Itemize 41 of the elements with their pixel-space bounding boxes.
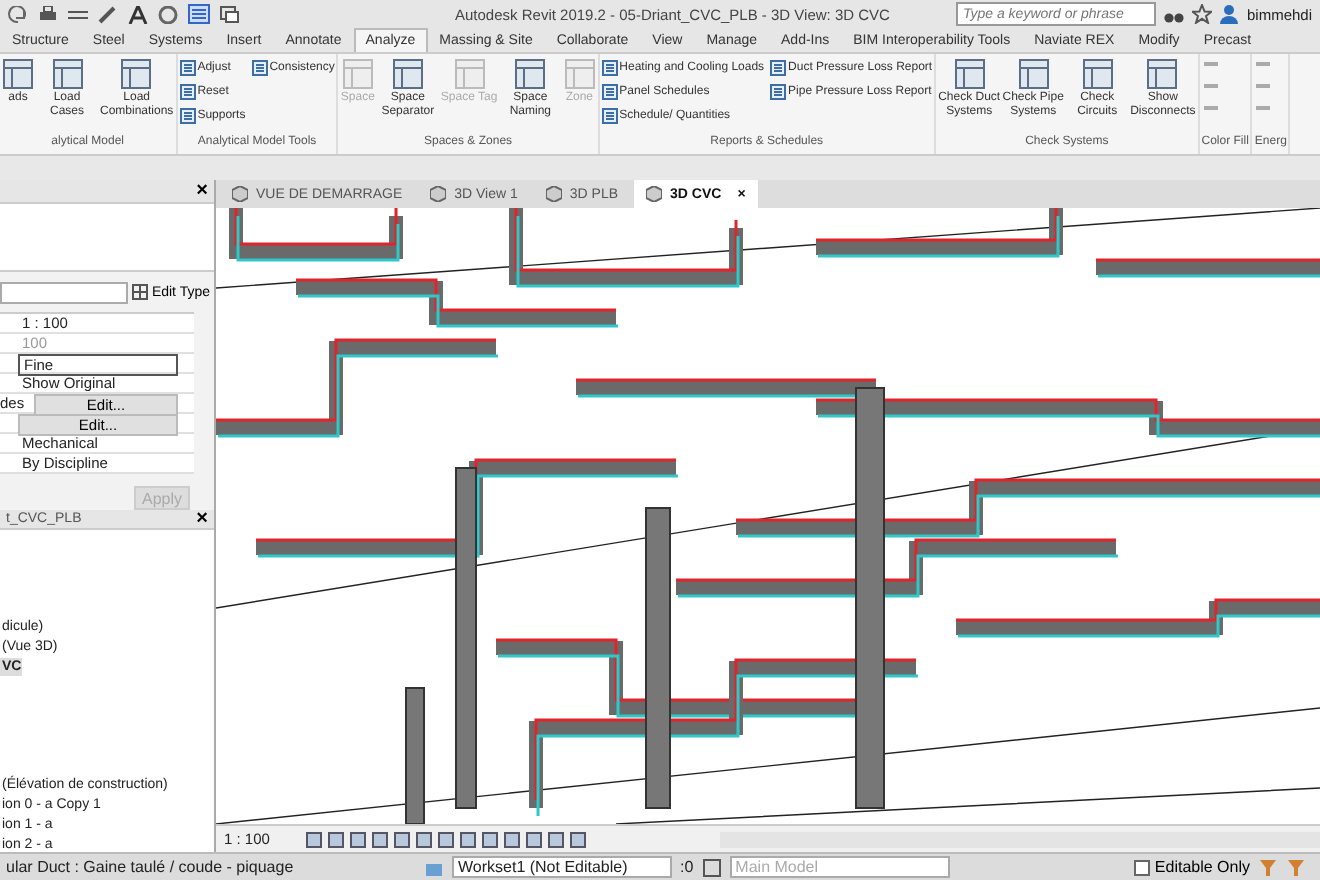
worksets-count: :0 — [680, 858, 694, 876]
list-icon — [601, 59, 618, 75]
star-icon[interactable] — [1192, 4, 1213, 24]
list-icon — [770, 59, 787, 75]
list-icon — [601, 107, 618, 123]
user-icon[interactable] — [1220, 4, 1239, 24]
window-icon — [2, 58, 34, 90]
text-icon[interactable] — [128, 5, 148, 23]
window-icon — [391, 58, 424, 90]
window-icon — [120, 58, 153, 90]
pencil-icon[interactable] — [98, 5, 118, 23]
list-icon — [770, 83, 787, 99]
window-icon — [953, 58, 986, 90]
list-icon — [179, 59, 196, 75]
window-icon — [1017, 58, 1050, 90]
cube-icon — [232, 186, 248, 202]
grid-icon — [131, 284, 148, 300]
list-icon — [179, 83, 196, 99]
close-button[interactable]: × — [196, 182, 208, 200]
window-icon — [51, 58, 83, 90]
window-icon — [514, 58, 547, 90]
cube-icon — [430, 186, 447, 202]
window-icon — [341, 58, 374, 90]
close-button[interactable]: × — [196, 510, 208, 528]
status-message: ular Duct : Gaine taulé / coude - piquage — [6, 858, 296, 876]
window-icon — [1146, 58, 1179, 90]
editable-only-checkbox[interactable]: Editable Only — [1134, 858, 1250, 876]
list-icon — [601, 83, 618, 99]
list-icon — [179, 107, 196, 123]
print-icon[interactable] — [38, 5, 58, 23]
workset-dropdown[interactable]: Workset1 (Not Editable) — [452, 856, 672, 878]
list-icon — [251, 59, 268, 75]
redo-icon[interactable] — [8, 5, 28, 23]
cube-icon — [646, 186, 663, 202]
windows-icon[interactable] — [220, 5, 240, 23]
properties-icon[interactable] — [188, 4, 210, 24]
document-icon[interactable] — [701, 857, 722, 877]
window-icon — [1081, 58, 1114, 90]
window-icon — [563, 58, 596, 90]
cube-icon — [545, 186, 562, 202]
window-icon — [453, 58, 486, 90]
